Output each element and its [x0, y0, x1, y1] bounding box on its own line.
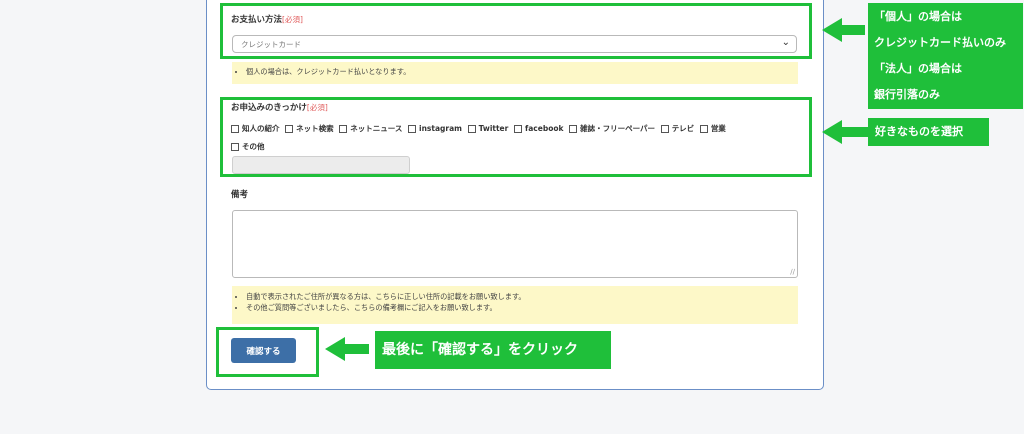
callout-line: 「個人」の場合は	[874, 10, 962, 23]
payment-note: 個人の場合は、クレジットカード払いとなります。	[232, 62, 798, 84]
resize-handle-icon[interactable]: ∕∕	[790, 268, 795, 276]
highlight-payment	[220, 3, 812, 59]
highlight-trigger	[220, 97, 812, 177]
payment-note-text: 個人の場合は、クレジットカード払いとなります。	[246, 66, 798, 77]
callout-trigger: 好きなものを選択	[868, 118, 989, 146]
remarks-note-item: 自動で表示されたご住所が異なる方は、こちらに正しい住所の記載をお願い致します。	[246, 291, 798, 302]
highlight-submit	[216, 327, 319, 377]
remarks-notes: 自動で表示されたご住所が異なる方は、こちらに正しい住所の記載をお願い致します。 …	[232, 286, 798, 324]
callout-line: 「法人」の場合は	[874, 62, 962, 75]
remarks-note-item: その他ご質問等ございましたら、こちらの備考欄にご記入をお願い致します。	[246, 302, 798, 313]
remarks-textarea[interactable]: ∕∕	[232, 210, 798, 278]
remarks-label: 備考	[231, 190, 249, 200]
callout-submit: 最後に「確認する」をクリック	[375, 331, 611, 369]
callout-line: 銀行引落のみ	[874, 88, 940, 101]
callout-line: クレジットカード払いのみ	[874, 36, 1006, 49]
callout-payment: 「個人」の場合は クレジットカード払いのみ 「法人」の場合は 銀行引落のみ	[868, 3, 1023, 109]
